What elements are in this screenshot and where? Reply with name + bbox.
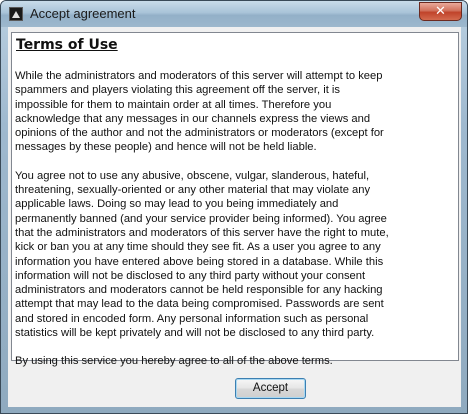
text-line: permanently banned (and your service pro… [15, 212, 387, 225]
agreement-paragraph-3: By using this service you hereby agree t… [15, 354, 454, 368]
text-line: information you have entered above being… [15, 255, 384, 268]
agreement-text-box[interactable]: Terms of Use While the administrators an… [11, 32, 459, 367]
triangle-icon [12, 10, 20, 18]
agreement-paragraph-1: While the administrators and moderators … [15, 69, 454, 155]
title-bar[interactable]: Accept agreement ✕ [1, 1, 467, 27]
text-line: spammers and players violating this agre… [15, 84, 341, 97]
accept-agreement-window: Accept agreement ✕ Terms of Use While th… [0, 0, 468, 414]
agreement-paragraph-2: You agree not to use any abusive, obscen… [15, 169, 454, 341]
text-line: applicable laws. Doing so may lead to yo… [15, 198, 339, 211]
text-line: While the administrators and moderators … [15, 70, 383, 82]
text-line: You agree not to use any abusive, obscen… [15, 169, 370, 182]
agreement-heading: Terms of Use [16, 37, 118, 53]
text-line: threatening, sexually-oriented or any ot… [15, 184, 371, 197]
text-line: and stored in encoded form. Any personal… [15, 312, 369, 325]
text-line: By using this service you hereby agree t… [15, 355, 333, 368]
text-line: acknowledge that any messages in our cha… [15, 112, 371, 125]
app-icon [9, 7, 23, 21]
text-line: information will not be disclosed to any… [15, 269, 366, 282]
text-line: impossible for them to maintain order at… [15, 98, 332, 111]
text-line: attempt that may lead to the data being … [15, 298, 384, 311]
text-line: kick or ban you at any time should they … [15, 241, 381, 254]
dialog-body: Terms of Use While the administrators an… [8, 27, 461, 407]
text-line: administrators and moderators cannot be … [15, 284, 383, 297]
text-line: messages by these people) and hence will… [15, 141, 317, 154]
text-line: opinions of the author and not the admin… [15, 127, 384, 140]
close-button[interactable]: ✕ [419, 2, 462, 21]
text-line: that the administrators and moderators o… [15, 226, 389, 239]
window-title: Accept agreement [30, 6, 136, 21]
accept-button[interactable]: Accept [235, 378, 306, 399]
text-line: statistics will be kept privately and wi… [15, 327, 375, 340]
